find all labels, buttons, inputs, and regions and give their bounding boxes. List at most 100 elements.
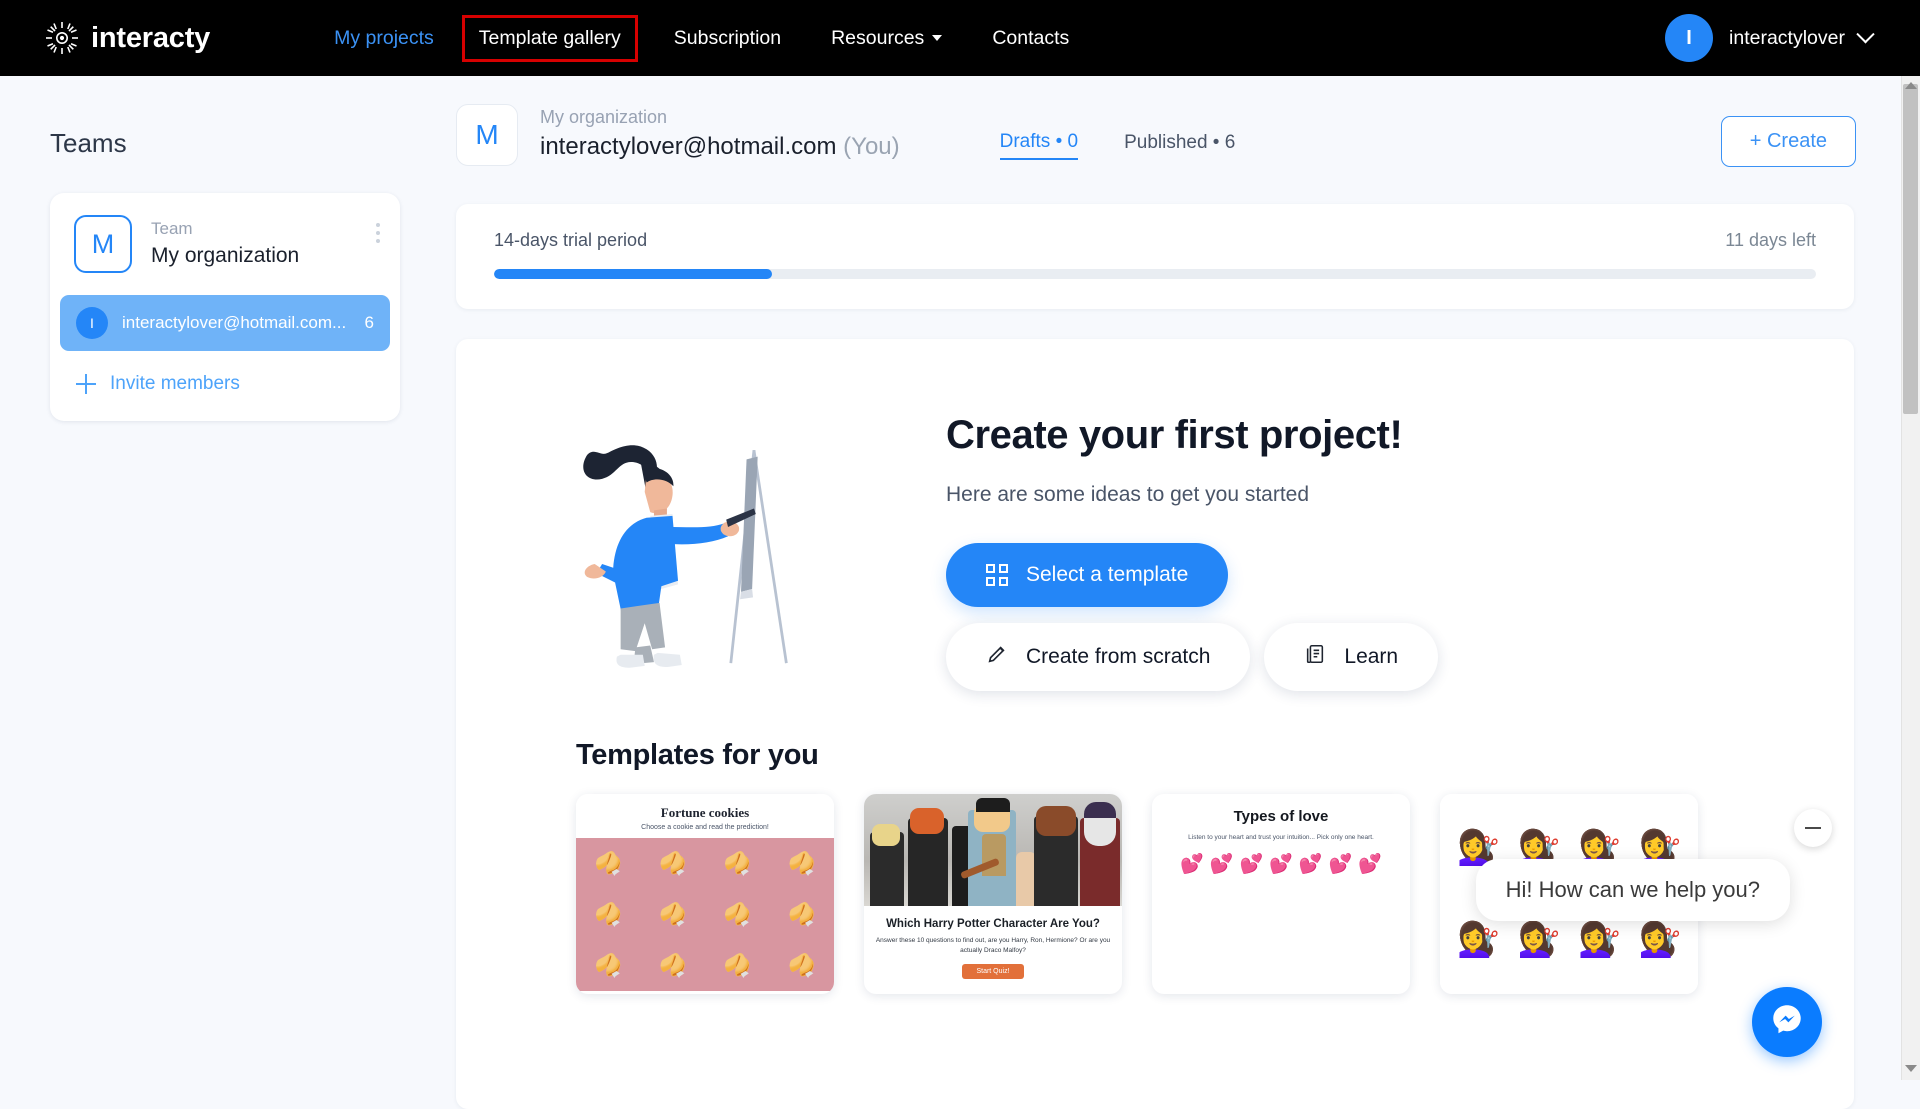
template-card-harry-potter[interactable]: Which Harry Potter Character Are You? An… (864, 794, 1122, 994)
cookie-item: 🥠 (724, 955, 751, 977)
chevron-down-icon (932, 35, 942, 41)
create-from-scratch-button[interactable]: Create from scratch (946, 623, 1250, 691)
lego-characters-image (864, 794, 1122, 906)
team-row[interactable]: M Team My organization (50, 215, 400, 273)
template-title: Types of love (1162, 808, 1400, 825)
cookie-item: 🥠 (659, 853, 686, 875)
cookie-item: 🥠 (788, 904, 815, 926)
template-cta-button[interactable]: Start Quiz! (962, 964, 1023, 979)
messenger-icon (1768, 1001, 1806, 1044)
user-menu[interactable]: I interactylover (1665, 0, 1872, 76)
heart-item: 💕 (1210, 855, 1234, 874)
page-scrollbar-thumb[interactable] (1903, 84, 1918, 414)
pencil-icon (986, 643, 1008, 671)
cookie-item: 🥠 (595, 904, 622, 926)
top-navigation-bar: interacty My projects Template gallery S… (0, 0, 1920, 76)
scroll-down-arrow-icon[interactable] (1905, 1065, 1917, 1072)
select-a-template-label: Select a template (1026, 563, 1188, 587)
tab-published[interactable]: Published • 6 (1124, 132, 1235, 159)
brand-logo[interactable]: interacty (44, 20, 210, 56)
organization-logo: M (456, 104, 518, 166)
team-card: M Team My organization I interactylover@… (50, 193, 400, 421)
template-subtitle: Choose a cookie and read the prediction! (576, 824, 834, 831)
nav-my-projects[interactable]: My projects (320, 18, 448, 59)
fortune-cookie-grid: 🥠🥠🥠🥠🥠🥠🥠🥠🥠🥠🥠🥠 (576, 838, 834, 991)
sun-burst-icon (44, 20, 80, 56)
empty-state-card: Create your first project! Here are some… (456, 339, 1854, 1109)
main-content: M My organization interactylover@hotmail… (450, 76, 1900, 1080)
nav-resources-label: Resources (831, 27, 924, 49)
hearts-grid: 💕💕💕💕💕💕💕 (1162, 855, 1400, 874)
create-from-scratch-label: Create from scratch (1026, 645, 1210, 669)
sidebar-title: Teams (50, 128, 450, 159)
nav-contacts[interactable]: Contacts (978, 18, 1083, 59)
scroll-up-arrow-icon[interactable] (1905, 82, 1917, 89)
grid-icon (986, 564, 1008, 586)
template-subtitle: Answer these 10 questions to find out, a… (874, 936, 1112, 956)
member-avatar: I (76, 307, 108, 339)
cookie-item: 🥠 (724, 904, 751, 926)
organization-email-text: interactylover@hotmail.com (540, 133, 836, 160)
project-tabs: Drafts • 0 Published • 6 (1000, 131, 1282, 160)
organization-header: M My organization interactylover@hotmail… (450, 76, 1900, 166)
template-card-types-of-love[interactable]: Types of love Listen to your heart and t… (1152, 794, 1410, 994)
nav-subscription[interactable]: Subscription (660, 18, 795, 59)
woman-painting-easel-illustration (456, 427, 926, 677)
chat-minimize-button[interactable] (1794, 809, 1832, 847)
hero-subtitle: Here are some ideas to get you started (946, 483, 1438, 507)
template-title: Which Harry Potter Character Are You? (874, 918, 1112, 930)
team-name: My organization (151, 241, 299, 270)
cookie-item: 🥠 (659, 904, 686, 926)
cookie-item: 🥠 (788, 853, 815, 875)
cookie-item: 🥠 (595, 853, 622, 875)
cookie-item: 🥠 (788, 955, 815, 977)
messenger-button[interactable] (1752, 987, 1822, 1057)
chevron-down-icon (1856, 25, 1874, 43)
teams-sidebar: Teams M Team My organization I interacty… (0, 76, 450, 1080)
tab-drafts[interactable]: Drafts • 0 (1000, 131, 1078, 160)
minimize-icon (1805, 827, 1821, 829)
template-card-fortune-cookies[interactable]: Fortune cookies Choose a cookie and read… (576, 794, 834, 994)
hero-section: Create your first project! Here are some… (456, 339, 1854, 691)
select-a-template-button[interactable]: Select a template (946, 543, 1228, 607)
template-title: Fortune cookies (576, 805, 834, 821)
member-project-count: 6 (365, 313, 374, 333)
main-nav-items: My projects Template gallery Subscriptio… (320, 15, 1083, 62)
chat-greeting-bubble: Hi! How can we help you? (1476, 859, 1790, 921)
lady-item: 💇‍♀️ (1518, 923, 1560, 957)
team-label: Team (151, 218, 299, 241)
team-logo: M (74, 215, 132, 273)
template-subtitle: Listen to your heart and trust your intu… (1162, 833, 1400, 843)
nav-template-gallery[interactable]: Template gallery (462, 15, 638, 62)
heart-item: 💕 (1269, 855, 1293, 874)
learn-button[interactable]: Learn (1264, 623, 1438, 691)
member-email: interactylover@hotmail.com... (122, 313, 357, 333)
plus-icon (76, 374, 96, 394)
cookie-item: 🥠 (724, 853, 751, 875)
heart-item: 💕 (1329, 855, 1353, 874)
hero-title: Create your first project! (946, 413, 1438, 458)
templates-heading: Templates for you (576, 739, 1854, 772)
organization-subtitle: My organization (540, 105, 900, 130)
cookie-item: 🥠 (659, 955, 686, 977)
user-name: interactylover (1729, 27, 1845, 50)
invite-members-label: Invite members (110, 373, 240, 395)
trial-progress-track (494, 269, 1816, 279)
lady-item: 💇‍♀️ (1457, 923, 1499, 957)
kebab-menu-icon[interactable] (376, 223, 380, 243)
team-member-row[interactable]: I interactylover@hotmail.com... 6 (60, 295, 390, 351)
heart-item: 💕 (1358, 855, 1382, 874)
book-icon (1304, 643, 1326, 671)
trial-label: 14-days trial period (494, 230, 647, 251)
lady-item: 💇‍♀️ (1639, 923, 1681, 957)
invite-members-button[interactable]: Invite members (76, 373, 400, 395)
create-button[interactable]: + Create (1721, 116, 1856, 167)
brand-name: interacty (91, 22, 210, 55)
heart-item: 💕 (1239, 855, 1263, 874)
nav-resources[interactable]: Resources (817, 18, 956, 59)
trial-days-left: 11 days left (1725, 230, 1816, 251)
lady-item: 💇‍♀️ (1578, 923, 1620, 957)
learn-label: Learn (1344, 645, 1398, 669)
organization-email: interactylover@hotmail.com (You) (540, 130, 900, 165)
trial-period-card: 14-days trial period 11 days left (456, 204, 1854, 309)
